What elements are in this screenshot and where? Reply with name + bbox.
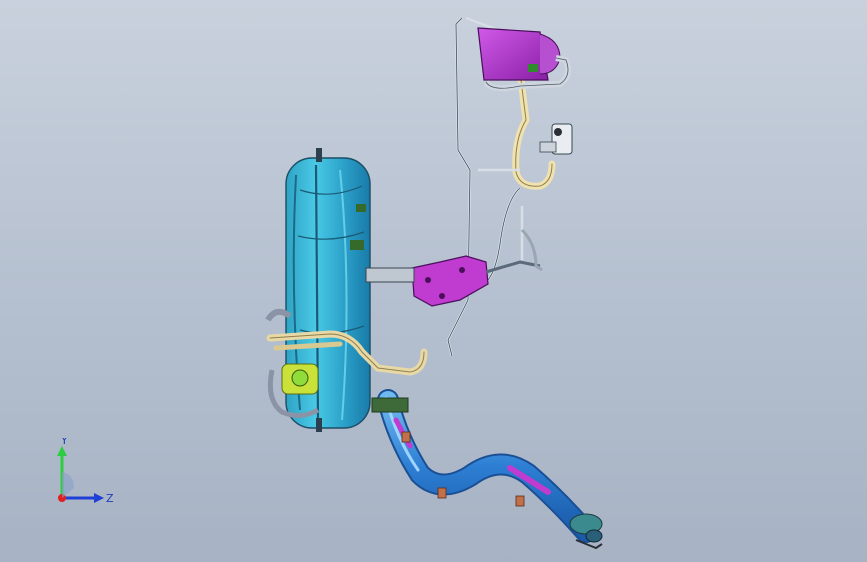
y-axis-label: Y (60, 438, 68, 447)
evap-canister[interactable] (477, 27, 571, 92)
coordinate-triad: Y Z (40, 434, 130, 518)
cad-model-scene[interactable] (0, 0, 867, 562)
cad-viewport[interactable]: Y Z (0, 0, 867, 562)
filler-pipe[interactable] (371, 389, 597, 543)
y-axis-arrowhead (57, 446, 67, 456)
mounting-bracket[interactable] (365, 228, 543, 307)
z-axis-arrowhead (94, 493, 104, 503)
z-axis-label: Z (106, 492, 114, 505)
purge-valve[interactable] (539, 123, 573, 155)
triad-plane (62, 472, 74, 498)
